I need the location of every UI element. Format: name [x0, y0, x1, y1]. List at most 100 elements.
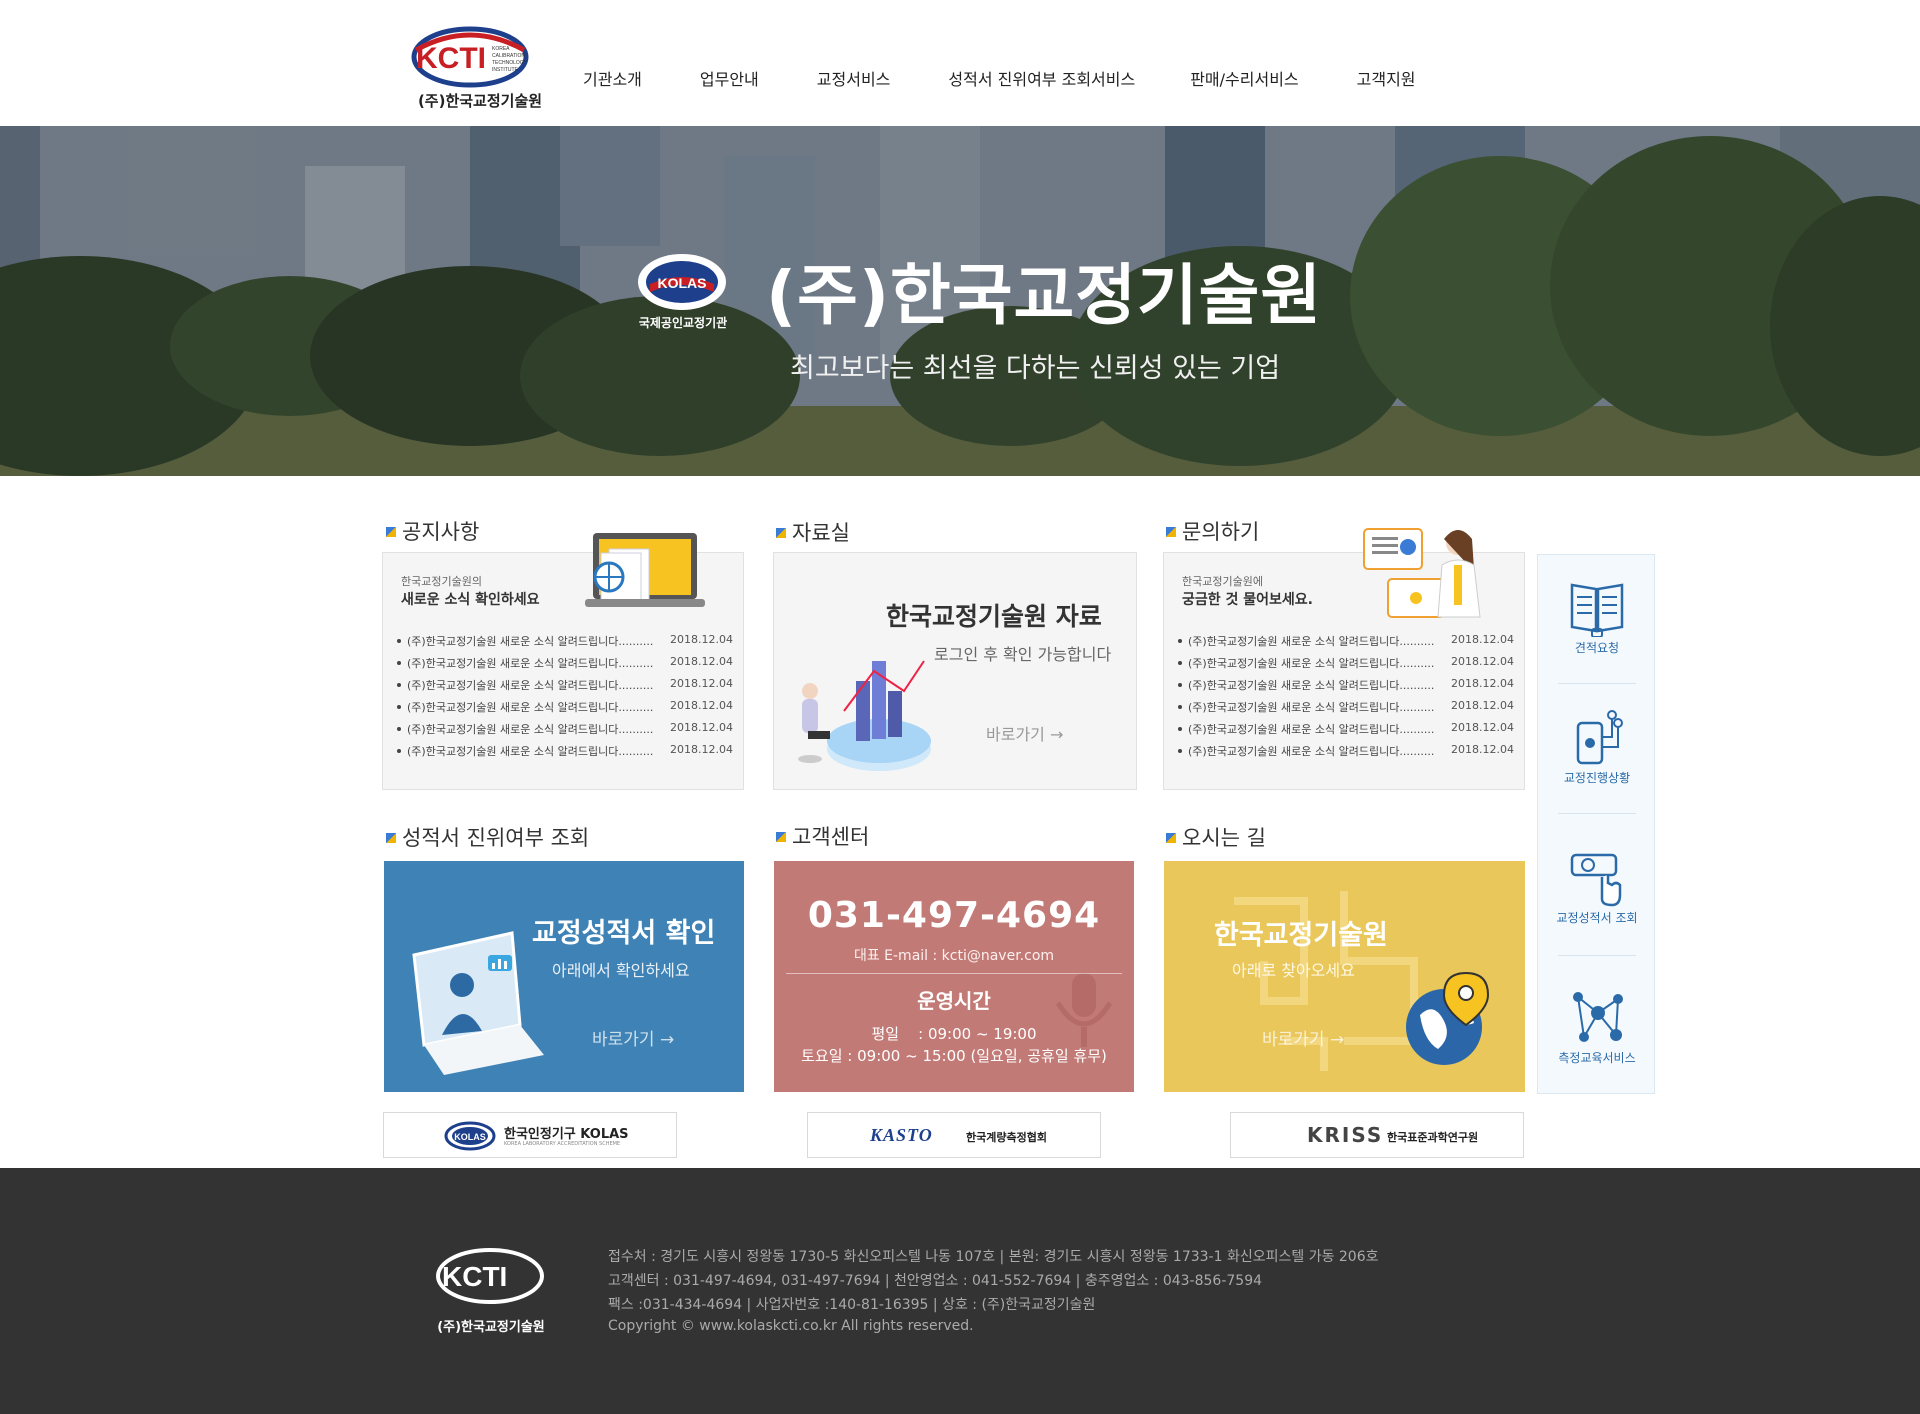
list-item[interactable]: (주)한국교정기술원 새로운 소식 알려드립니다.......... 2018.1…: [1178, 633, 1514, 655]
list-item[interactable]: (주)한국교정기술원 새로운 소식 알려드립니다.......... 2018.1…: [397, 633, 733, 655]
title-bullet-icon: [386, 527, 396, 537]
quick-divider: [1558, 955, 1636, 956]
footer-copyright: Copyright © www.kolaskcti.co.kr All righ…: [608, 1318, 974, 1334]
notice-head-big: 새로운 소식 확인하세요: [401, 592, 540, 608]
quick-label: 견적요청: [1574, 641, 1620, 655]
footer-business-info: 팩스 :031-434-4694 | 사업자번호 :140-81-16395 |…: [608, 1297, 1096, 1313]
archive-go-link[interactable]: 바로가기 →: [986, 721, 1063, 745]
support-section-title[interactable]: 고객센터: [776, 821, 869, 851]
list-item[interactable]: (주)한국교정기술원 새로운 소식 알려드립니다.......... 2018.1…: [1178, 699, 1514, 721]
partner-kasto[interactable]: KASTO 한국계량측정협회: [807, 1112, 1101, 1158]
quick-item-certificate-search[interactable]: 교정성적서 조회: [1538, 825, 1656, 955]
list-item[interactable]: (주)한국교정기술원 새로운 소식 알려드립니다.......... 2018.1…: [397, 655, 733, 677]
directions-section-title[interactable]: 오시는 길: [1166, 822, 1266, 852]
inquiry-head-big: 궁금한 것 물어보세요.: [1182, 592, 1313, 608]
svg-text:TECHNOLOGY: TECHNOLOGY: [492, 60, 528, 66]
logo-company-name: (주)한국교정기술원: [417, 92, 543, 110]
footer-info: 접수처 : 경기도 시흥시 정왕동 1730-5 화신오피스텔 나동 107호 …: [608, 1246, 1379, 1342]
quick-divider: [1558, 683, 1636, 684]
kcti-logo-mark: KCTI KOREA CALIBRATION TECHNOLOGY INSTIT…: [411, 26, 529, 88]
list-item[interactable]: (주)한국교정기술원 새로운 소식 알려드립니다.......... 2018.1…: [397, 721, 733, 743]
site-header: KCTI KOREA CALIBRATION TECHNOLOGY INSTIT…: [0, 0, 1920, 126]
map-pattern-graphic: [1234, 891, 1418, 1071]
partner-kolas[interactable]: KOLAS 한국인정기구 KOLAS KOREA LABORATORY ACCR…: [383, 1112, 677, 1158]
archive-box[interactable]: 한국교정기술원 자료 로그인 후 확인 가능합니다 바로가기 →: [773, 552, 1137, 790]
book-icon: [1570, 583, 1624, 637]
support-hours-title: 운영시간: [917, 989, 991, 1013]
quick-label: 교정진행상황: [1563, 771, 1631, 785]
notice-section-title[interactable]: 공지사항: [386, 516, 479, 546]
notice-head-small: 한국교정기술원의: [401, 575, 482, 588]
hero-banner: KOLAS 국제공인교정기관 (주)한국교정기술원 최고보다는 최선을 다하는 …: [0, 126, 1920, 476]
footer-address: 접수처 : 경기도 시흥시 정왕동 1730-5 화신오피스텔 나동 107호 …: [608, 1249, 1379, 1265]
quick-divider: [1558, 813, 1636, 814]
list-item[interactable]: (주)한국교정기술원 새로운 소식 알려드립니다.......... 2018.1…: [1178, 655, 1514, 677]
inquiry-list: (주)한국교정기술원 새로운 소식 알려드립니다.......... 2018.1…: [1178, 633, 1514, 765]
list-item[interactable]: (주)한국교정기술원 새로운 소식 알려드립니다.......... 2018.1…: [397, 677, 733, 699]
kriss-logo: KRISS: [1307, 1123, 1384, 1147]
hero-subtitle: 최고보다는 최선을 다하는 신뢰성 있는 기업: [790, 353, 1281, 384]
partner-kriss[interactable]: KRISS 한국표준과학연구원: [1230, 1112, 1524, 1158]
inquiry-section-title[interactable]: 문의하기: [1166, 516, 1259, 546]
title-bullet-icon: [1166, 833, 1176, 843]
laptop-globe-icon: [585, 533, 705, 607]
svg-text:KOLAS: KOLAS: [454, 1132, 486, 1142]
quick-item-education[interactable]: 측정교육서비스: [1538, 965, 1656, 1095]
quick-item-progress[interactable]: 교정진행상황: [1538, 685, 1656, 815]
quick-label: 측정교육서비스: [1558, 1051, 1636, 1065]
list-item[interactable]: (주)한국교정기술원 새로운 소식 알려드립니다.......... 2018.1…: [1178, 721, 1514, 743]
data-chart-illustration: [798, 660, 931, 771]
inquiry-box: 한국교정기술원에 궁금한 것 물어보세요. (주)한국교정기술원 새로운 소식 …: [1163, 528, 1525, 790]
title-bullet-icon: [1166, 527, 1176, 537]
title-bullet-icon: [776, 832, 786, 842]
list-item[interactable]: (주)한국교정기술원 새로운 소식 알려드립니다.......... 2018.1…: [397, 743, 733, 765]
hero-title: (주)한국교정기술원: [766, 257, 1323, 334]
support-weekday-hours: 평일 : 09:00 ~ 19:00: [871, 1025, 1037, 1043]
list-item[interactable]: (주)한국교정기술원 새로운 소식 알려드립니다.......... 2018.1…: [397, 699, 733, 721]
title-bullet-icon: [776, 528, 786, 538]
list-item[interactable]: (주)한국교정기술원 새로운 소식 알려드립니다.......... 2018.1…: [1178, 743, 1514, 765]
partner-kriss-name: 한국표준과학연구원: [1387, 1131, 1479, 1144]
quick-menu: 견적요청 교정진행상황 교정성적서 조회 측정교육서비스: [1537, 554, 1655, 1094]
svg-text:KCTI: KCTI: [416, 42, 486, 75]
verify-head: 교정성적서 확인: [532, 918, 716, 949]
verify-go-link[interactable]: 바로가기 →: [592, 1025, 674, 1050]
nav-item-support[interactable]: 고객지원: [1357, 66, 1416, 90]
archive-sub: 로그인 후 확인 가능합니다: [934, 645, 1112, 664]
footer-kcti-logo: KCTI: [436, 1248, 544, 1304]
archive-head: 한국교정기술원 자료: [886, 602, 1102, 631]
quick-item-quote-request[interactable]: 견적요청: [1538, 555, 1656, 685]
network-icon: [1573, 992, 1623, 1042]
inquiry-head-small: 한국교정기술원에: [1182, 575, 1263, 588]
directions-head: 한국교정기술원: [1214, 920, 1388, 951]
footer-company-name: (주)한국교정기술원: [437, 1320, 545, 1335]
site-footer: KCTI (주)한국교정기술원 접수처 : 경기도 시흥시 정왕동 1730-5…: [0, 1168, 1920, 1414]
kasto-logo: KASTO: [870, 1125, 933, 1145]
nav-item-business[interactable]: 업무안내: [700, 66, 759, 90]
support-phone[interactable]: 031-497-4694: [774, 895, 1134, 936]
archive-section-title[interactable]: 자료실: [776, 517, 850, 547]
partner-kasto-name: 한국계량측정협회: [966, 1131, 1047, 1144]
notice-box: 한국교정기술원의 새로운 소식 확인하세요 (주)한국교정기술원 새로운 소식 …: [382, 533, 744, 790]
nav-item-certificate-verify[interactable]: 성적서 진위여부 조회서비스: [948, 66, 1135, 90]
support-email[interactable]: 대표 E-mail : kcti@naver.com: [774, 945, 1134, 965]
directions-card[interactable]: 한국교정기술원 아래로 찾아오세요 바로가기 →: [1164, 861, 1525, 1092]
nav-item-sales-repair[interactable]: 판매/수리서비스: [1190, 66, 1298, 90]
list-item[interactable]: (주)한국교정기술원 새로운 소식 알려드립니다.......... 2018.1…: [1178, 677, 1514, 699]
globe-location-icon: [1406, 971, 1490, 1065]
nav-item-about[interactable]: 기관소개: [583, 66, 642, 90]
notice-list: (주)한국교정기술원 새로운 소식 알려드립니다.......... 2018.1…: [397, 633, 733, 765]
support-saturday-hours: 토요일 : 09:00 ~ 15:00 (일요일, 공휴일 휴무): [801, 1047, 1107, 1065]
svg-text:KOLAS: KOLAS: [658, 275, 707, 291]
directions-go-link[interactable]: 바로가기 →: [1262, 1025, 1344, 1050]
nav-item-calibration[interactable]: 교정서비스: [817, 66, 891, 90]
svg-text:INSTITUTE: INSTITUTE: [492, 67, 518, 73]
verify-section-title[interactable]: 성적서 진위여부 조회: [386, 822, 589, 852]
verify-card[interactable]: 교정성적서 확인 아래에서 확인하세요 바로가기 →: [384, 861, 744, 1092]
support-divider: [786, 973, 1122, 974]
consultant-illustration: [1363, 528, 1481, 618]
kcti-logo[interactable]: KCTI KOREA CALIBRATION TECHNOLOGY INSTIT…: [410, 26, 550, 114]
title-bullet-icon: [386, 833, 396, 843]
directions-sub: 아래로 찾아오세요: [1232, 961, 1355, 980]
support-card: 031-497-4694 대표 E-mail : kcti@naver.com …: [774, 861, 1134, 1092]
